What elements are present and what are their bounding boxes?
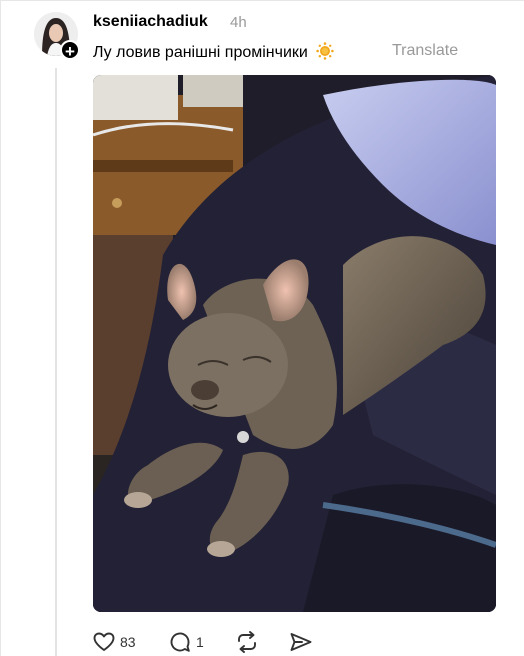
- post-actions: 83 1: [93, 628, 353, 656]
- post-text: Лу ловив ранішні промінчики: [93, 44, 308, 61]
- like-count: 83: [120, 634, 136, 650]
- thread-line: [55, 68, 57, 656]
- comment-count: 1: [196, 634, 204, 650]
- translate-link[interactable]: Translate: [392, 42, 458, 60]
- username[interactable]: kseniiachadiuk: [93, 13, 208, 31]
- frame-top-border: [0, 0, 524, 1]
- follow-plus-icon[interactable]: +: [60, 40, 80, 61]
- comment-button[interactable]: 1: [169, 628, 204, 656]
- comment-icon: [170, 632, 190, 652]
- repost-icon: [238, 631, 256, 653]
- post-image[interactable]: [93, 75, 496, 612]
- heart-icon: [93, 632, 115, 651]
- share-button[interactable]: [289, 628, 313, 656]
- frame-left-border: [0, 0, 1, 656]
- dog-photo: [93, 75, 496, 612]
- sun-emoji: [316, 42, 334, 60]
- repost-button[interactable]: [235, 628, 259, 656]
- post-timestamp[interactable]: 4h: [230, 14, 247, 31]
- post-text-container: Лу ловив ранішні промінчики: [93, 42, 334, 62]
- like-button[interactable]: 83: [93, 628, 136, 656]
- share-icon: [290, 633, 312, 651]
